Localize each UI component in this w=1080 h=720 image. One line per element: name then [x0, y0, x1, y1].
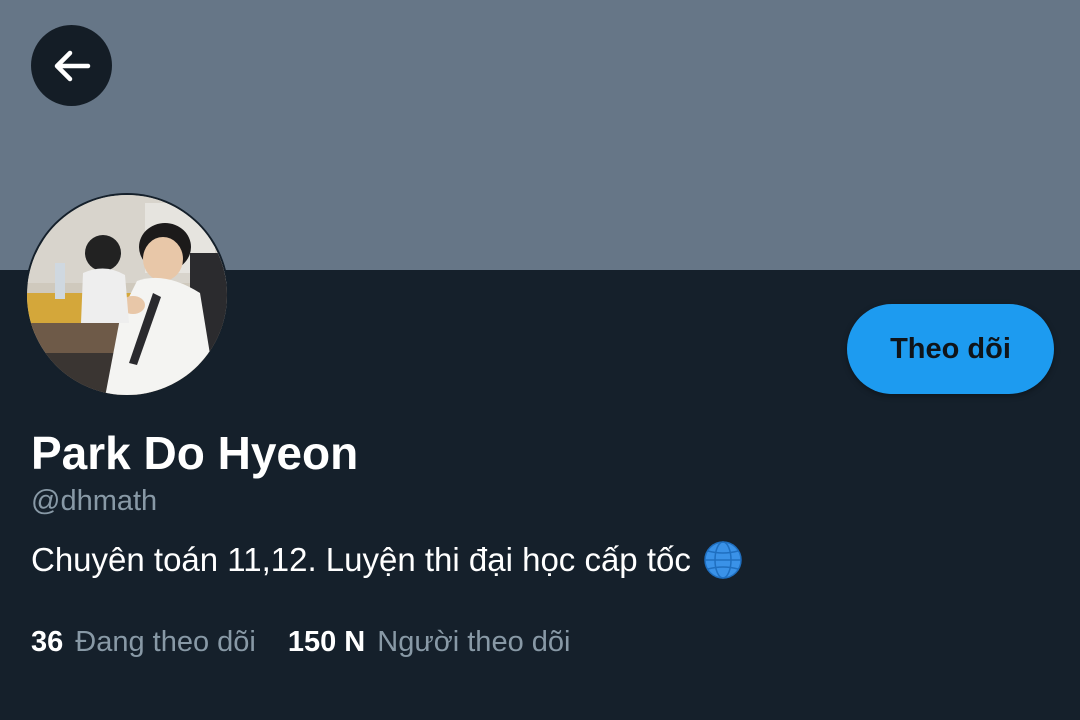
followers-stat[interactable]: 150 N Người theo dõi — [288, 626, 571, 659]
following-count: 36 — [31, 626, 64, 658]
display-name: Park Do Hyeon — [31, 427, 359, 479]
followers-label: Người theo dõi — [377, 626, 571, 658]
follow-button[interactable]: Theo dõi — [847, 304, 1054, 394]
profile-bio: Chuyên toán 11,12. Luyện thi đại học cấp… — [31, 540, 743, 580]
bio-text: Chuyên toán 11,12. Luyện thi đại học cấp… — [31, 541, 691, 578]
following-label: Đang theo dõi — [75, 626, 256, 658]
profile-stats: 36 Đang theo dõi 150 N Người theo dõi — [31, 626, 570, 659]
back-button[interactable] — [31, 25, 112, 106]
profile-handle: @dhmath — [31, 485, 158, 517]
following-stat[interactable]: 36 Đang theo dõi — [31, 626, 256, 659]
globe-icon — [703, 540, 743, 580]
avatar[interactable] — [25, 193, 229, 397]
followers-count: 150 N — [287, 626, 366, 658]
arrow-left-icon — [50, 44, 94, 88]
